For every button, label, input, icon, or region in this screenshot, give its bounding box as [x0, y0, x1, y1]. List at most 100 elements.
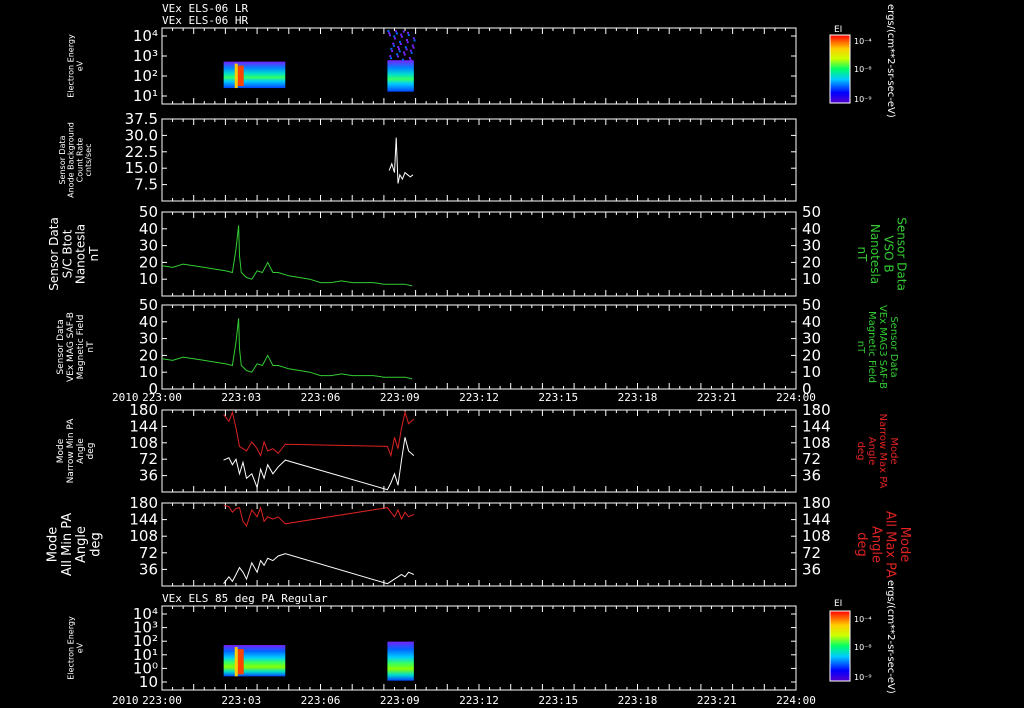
y-tick-label: 7.5 — [134, 176, 158, 194]
spectrogram-block — [387, 60, 414, 92]
spectrogram-block — [223, 645, 286, 677]
spectrogram-speck — [392, 42, 395, 45]
y-axis-label-right-line: deg — [854, 532, 869, 557]
spectrogram-speck — [399, 42, 402, 45]
y-axis-label-right-line: VSO B — [881, 235, 895, 272]
y-axis-label-right-line: deg — [855, 442, 866, 461]
time-tick-label: 223:12 — [459, 694, 499, 707]
spectrogram-speck — [403, 53, 406, 56]
time-tick-label: 223:00 — [142, 391, 182, 404]
y-tick-label: 50 — [139, 203, 158, 221]
time-tick-label: 224:00 — [776, 694, 816, 707]
y-axis-label-line: nT — [86, 341, 96, 353]
time-tick-label: 223:09 — [380, 391, 420, 404]
time-tick-label: 223:12 — [459, 391, 499, 404]
series-line-1 — [162, 225, 796, 291]
y-tick-label-right: 20 — [802, 346, 821, 364]
panel-header-bottom: VEx ELS 85 deg PA Regular — [162, 592, 328, 605]
panel-4-frame — [161, 304, 797, 390]
y-tick-label: 10 — [139, 270, 158, 288]
y-axis-label-line: VEx MAG SAF-B — [66, 312, 76, 382]
colorbar-bottom-tick-3: 10⁻⁹ — [854, 673, 872, 682]
y-tick-label: 30 — [139, 237, 158, 255]
header-line-2: VEx ELS-06 HR — [162, 14, 248, 27]
y-axis-label-right-line: Angle — [868, 526, 883, 563]
spectrogram-speck — [409, 49, 412, 52]
y-tick-label-right: 72 — [802, 544, 821, 562]
colorbar-top-tick-1: 10⁻⁴ — [854, 37, 872, 46]
spectrogram-speck — [412, 46, 415, 49]
y-tick-label: 108 — [129, 527, 158, 545]
spectrogram-speck — [392, 44, 395, 47]
y-axis-label-line: deg — [88, 532, 103, 557]
y-tick-label: 40 — [139, 220, 158, 238]
y-axis-label-line: Sensor Data — [47, 217, 61, 291]
y-axis-label-line: Sensor Data — [56, 319, 66, 374]
y-tick-label-right: 36 — [802, 560, 821, 578]
spectrogram-hotspot — [237, 65, 244, 87]
y-tick-label: 36 — [139, 467, 158, 485]
spectrogram-speck — [412, 37, 415, 40]
spectrogram-speck — [402, 30, 405, 33]
y-tick-label-right: 10 — [802, 270, 821, 288]
panel-5: 180 180144 144108 10872 7236 36Mode Narrow Min… — [56, 401, 899, 493]
spectrogram-speck — [389, 34, 392, 37]
series-line-1 — [223, 410, 415, 458]
year-label-2: 2010 — [112, 694, 139, 707]
panel-6: 180 180144 144108 10872 7236 36Mode All Min PA… — [46, 494, 912, 587]
y-tick-label-right: 40 — [802, 220, 821, 238]
spectrogram-speck — [387, 30, 390, 32]
y-tick-label-right: 10 — [802, 363, 821, 381]
colorbar-bottom-gradient — [829, 610, 851, 682]
y-tick-label-right: 20 — [802, 253, 821, 271]
y-tick-label: 10 — [139, 673, 158, 691]
y-axis-label-line: Narrow Min PA — [66, 418, 76, 484]
colorbar-top: EI 10⁻⁴ 10⁻⁸ 10⁻⁹ ergs/(cm**2-sr-sec-eV) — [829, 4, 896, 118]
y-tick-label: 10⁴ — [133, 27, 158, 45]
y-tick-label: 144 — [129, 417, 158, 435]
y-tick-label-right: 180 — [802, 494, 831, 512]
year-label-1: 2010 — [112, 391, 139, 404]
y-tick-label-right: 144 — [802, 417, 831, 435]
spectrogram-speck — [395, 32, 398, 35]
time-tick-label: 223:15 — [538, 694, 578, 707]
panel-2-frame — [161, 118, 797, 202]
y-tick-label-right: 108 — [802, 527, 831, 545]
spectrogram-speck — [405, 48, 408, 51]
time-tick-label: 223:06 — [301, 391, 341, 404]
y-tick-label: 20 — [139, 253, 158, 271]
y-axis-label-line: Anode Background — [67, 122, 76, 198]
colorbar-top-tick-2: 10⁻⁸ — [854, 65, 872, 74]
colorbar-bottom: EI 10⁻⁴ 10⁻⁸ 10⁻⁹ ergs/(cm**2-sr-sec-eV) — [829, 580, 896, 694]
spectrogram-speck — [398, 50, 401, 53]
spectrogram-hotspot — [234, 63, 238, 89]
y-axis-label-right-line: VEx MAG3 SAF-B — [877, 305, 888, 389]
y-axis-label-right-line: Nanotesla — [868, 224, 882, 284]
y-tick-label: 30.0 — [125, 126, 158, 144]
y-tick-label-right: 108 — [802, 434, 831, 452]
panel-5-frame — [161, 409, 797, 493]
spectrogram-speck — [403, 51, 406, 54]
series-line-1 — [388, 137, 414, 184]
spectrogram-speck — [406, 41, 409, 44]
y-axis-label-line: Nanotesla — [74, 224, 88, 284]
time-axis-1: 2010 223:00 223:03 223:06 223:09 223:12 223:1… — [112, 391, 816, 404]
y-tick-label: 72 — [139, 450, 158, 468]
y-axis-label-right-line: Narrow Max PA — [877, 414, 888, 489]
panel-2: 37.530.022.515.07.5 Sensor Data Anode Back… — [58, 110, 797, 202]
y-axis-label-line: Count Rate — [75, 138, 84, 183]
y-axis-label-line: Angle — [74, 526, 89, 563]
y-tick-label: 180 — [129, 494, 158, 512]
time-tick-label: 223:06 — [301, 694, 341, 707]
y-axis-label-right-line: Mode — [897, 527, 912, 562]
spectrogram-speck — [411, 44, 414, 47]
header-line-3: VEx ELS 85 deg PA Regular — [162, 592, 328, 605]
y-axis-label-right-line: nT — [855, 341, 866, 354]
time-tick-label: 223:18 — [618, 694, 658, 707]
colorbar-top-title: EI — [834, 25, 842, 35]
spectrogram-block — [223, 61, 286, 89]
spectrogram-speck — [400, 35, 403, 38]
y-tick-label-right: 40 — [802, 313, 821, 331]
y-axis-label-line: Sensor Data — [58, 135, 67, 184]
time-tick-label: 224:00 — [776, 391, 816, 404]
